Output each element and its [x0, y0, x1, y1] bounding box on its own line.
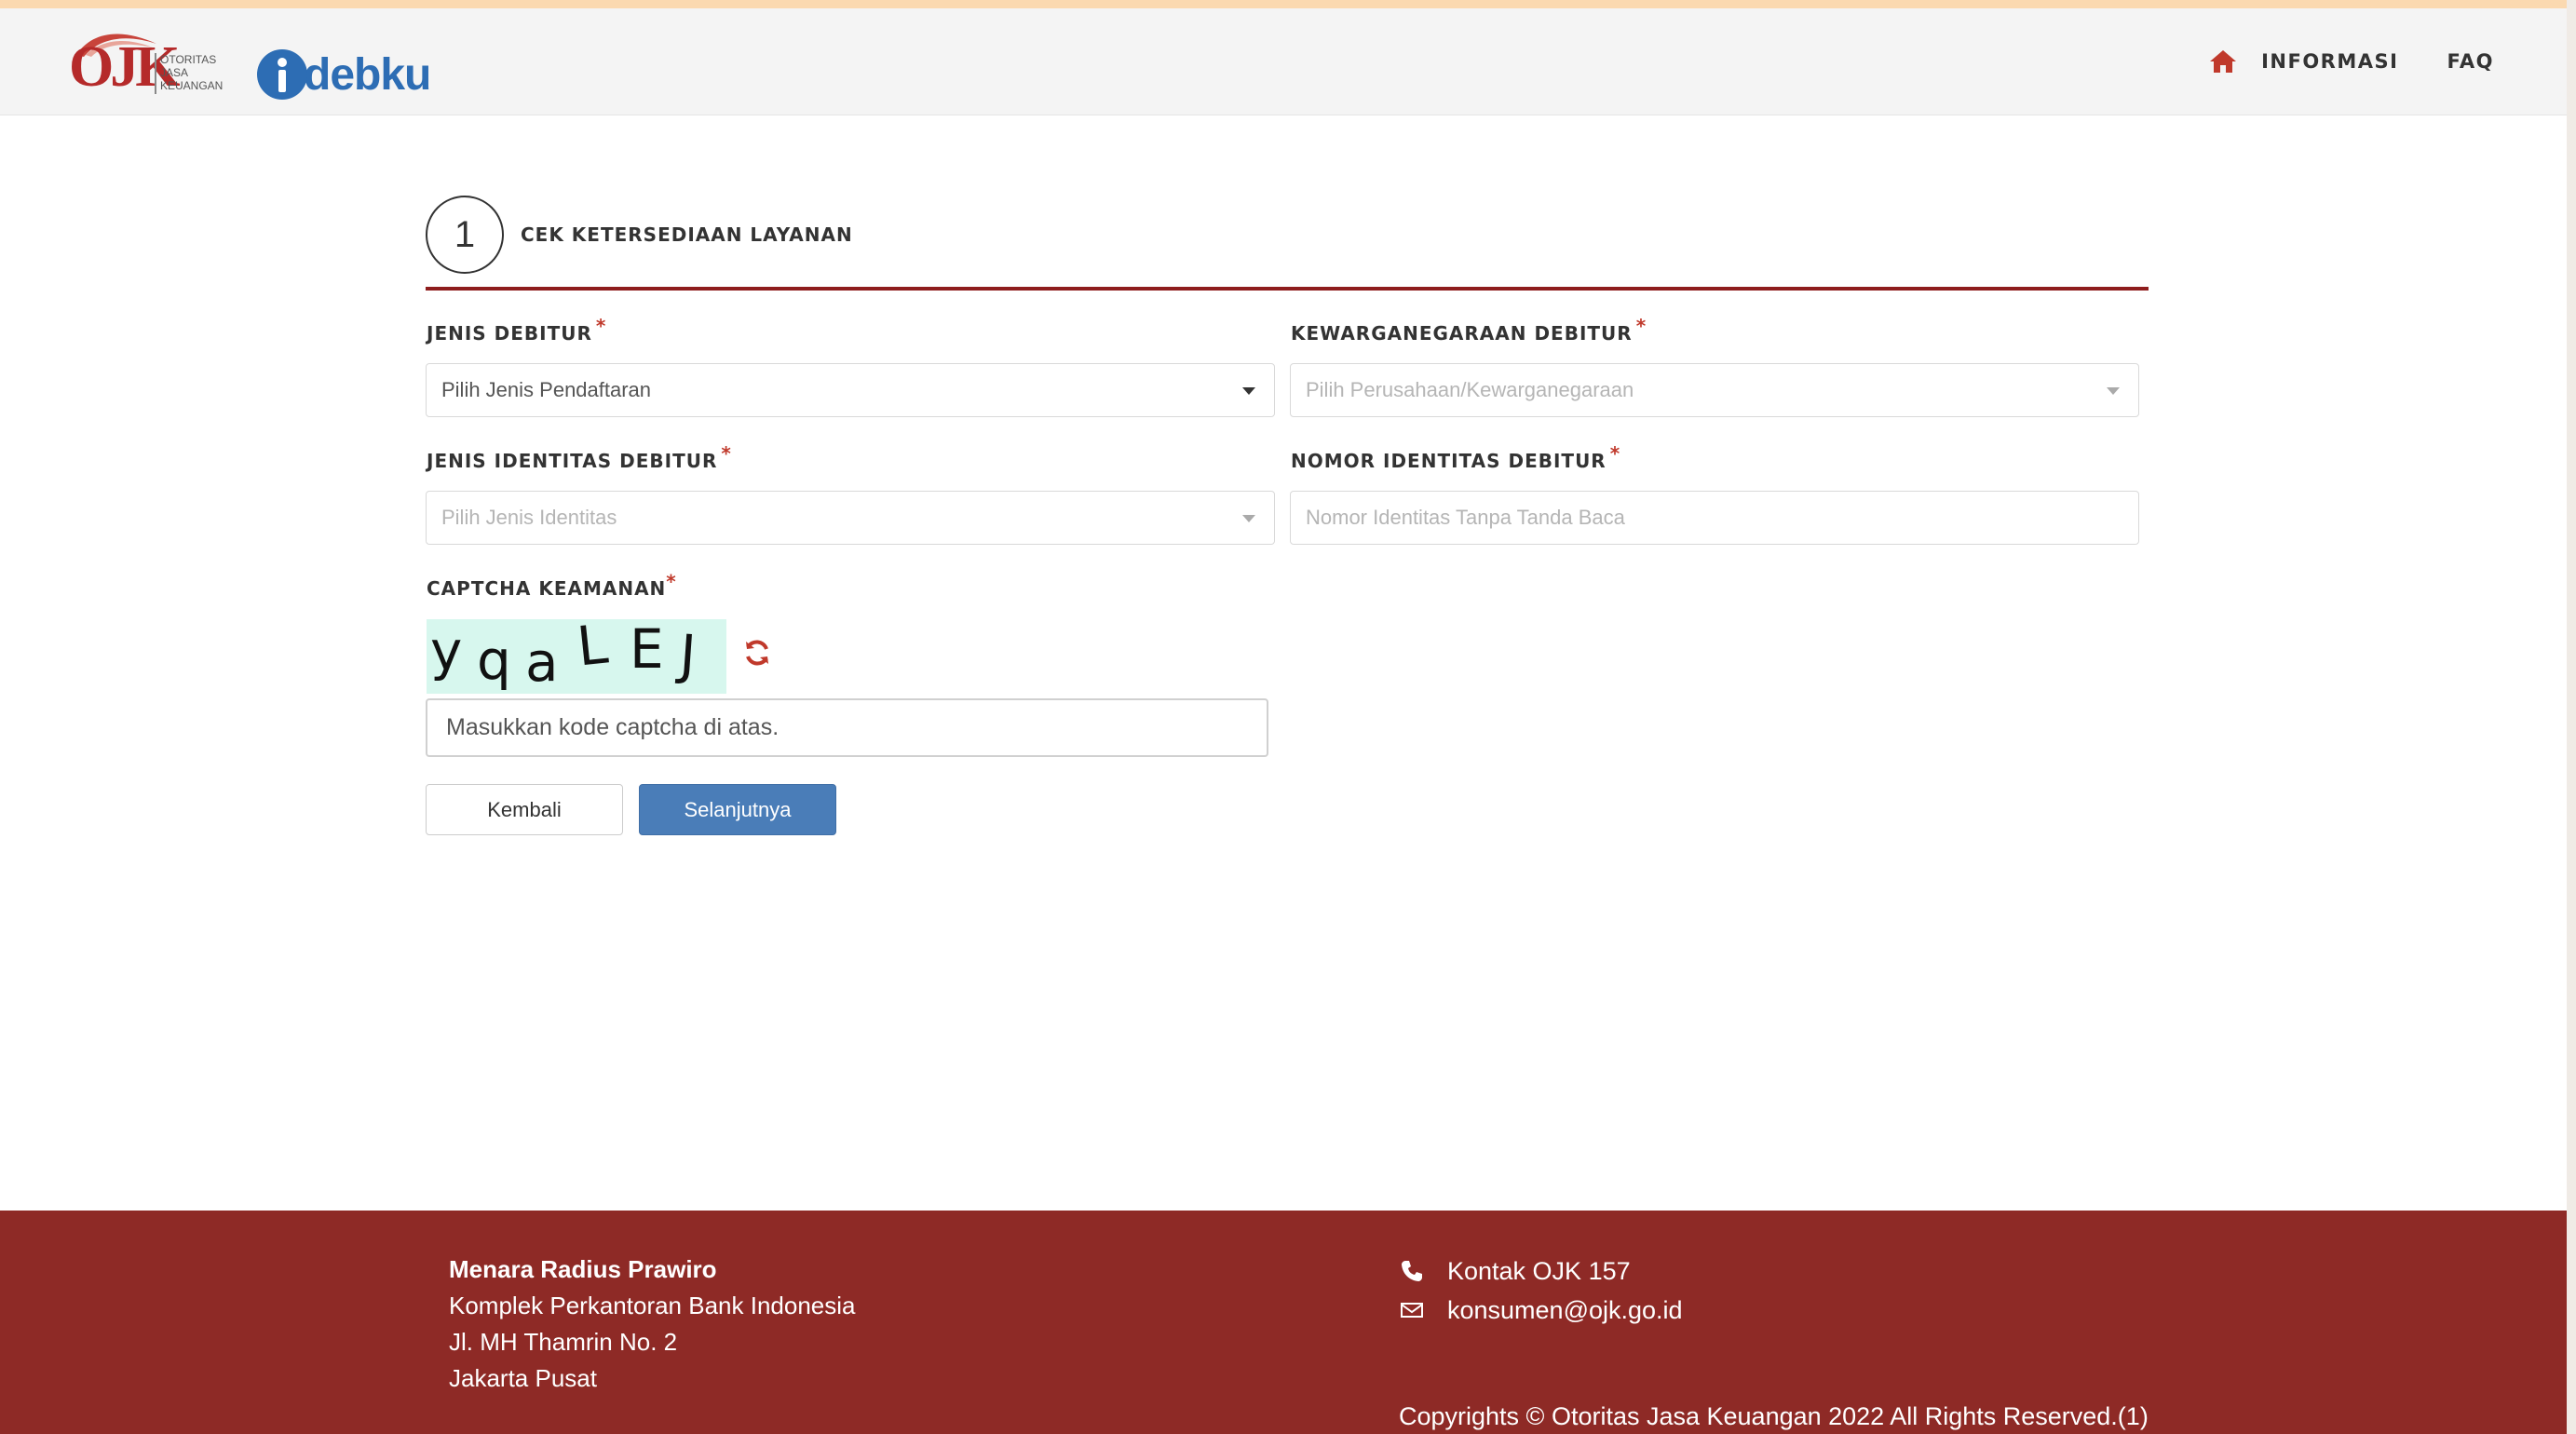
caret-down-icon [2107, 387, 2120, 395]
idebku-logo[interactable]: debku [257, 42, 431, 107]
captcha-label: CAPTCHA KEAMANAN* [427, 570, 677, 600]
top-nav: INFORMASI FAQ [2209, 49, 2494, 74]
required-mark: * [666, 570, 677, 593]
ojk-logo[interactable]: OJK OTORITAS JASA KEUANGAN [69, 27, 232, 107]
required-mark: * [595, 315, 607, 338]
address-line: Komplek Perkantoran Bank Indonesia [449, 1292, 856, 1319]
footer: Menara Radius Prawiro Komplek Perkantora… [0, 1211, 2576, 1434]
step-number: 1 [426, 196, 504, 274]
mail-icon [1399, 1297, 1425, 1323]
window-edge [2567, 0, 2576, 1434]
footer-contact: Kontak OJK 157 konsumen@ojk.go.id [1399, 1251, 1683, 1330]
captcha-input[interactable]: Masukkan kode captcha di atas. [426, 698, 1268, 757]
ojk-logo-text: OTORITAS JASA KEUANGAN [160, 53, 224, 92]
home-icon[interactable] [2209, 49, 2237, 74]
contact-phone: Kontak OJK 157 [1399, 1251, 1683, 1291]
contact-email: konsumen@ojk.go.id [1399, 1291, 1683, 1330]
nav-faq[interactable]: FAQ [2447, 50, 2494, 73]
idebku-text: debku [304, 49, 431, 100]
email-link[interactable]: konsumen@ojk.go.id [1447, 1296, 1683, 1325]
top-accent-strip [0, 0, 2576, 8]
required-mark: * [1635, 315, 1647, 338]
kewarganegaraan-select[interactable]: Pilih Perusahaan/Kewarganegaraan [1290, 363, 2139, 417]
back-button[interactable]: Kembali [426, 784, 623, 835]
caret-down-icon [1242, 387, 1255, 395]
address-line: Jakarta Pusat [449, 1364, 597, 1392]
required-mark: * [721, 442, 732, 466]
nomor-identitas-label: NOMOR IDENTITAS DEBITUR * [1291, 442, 1621, 472]
next-button[interactable]: Selanjutnya [639, 784, 836, 835]
idebku-i-icon [257, 49, 307, 100]
jenis-identitas-select[interactable]: Pilih Jenis Identitas [426, 491, 1275, 545]
footer-address: Menara Radius Prawiro Komplek Perkantora… [449, 1251, 856, 1397]
phone-icon [1399, 1258, 1425, 1284]
address-line: Jl. MH Thamrin No. 2 [449, 1328, 678, 1356]
caret-down-icon [1242, 515, 1255, 522]
navbar: OJK OTORITAS JASA KEUANGAN debku INFORMA… [0, 8, 2576, 115]
jenis-debitur-label: JENIS DEBITUR * [427, 315, 607, 345]
kewarganegaraan-label: KEWARGANEGARAAN DEBITUR * [1291, 315, 1647, 345]
nomor-identitas-input[interactable]: Nomor Identitas Tanpa Tanda Baca [1290, 491, 2139, 545]
ojk-divider [155, 53, 156, 94]
step-title: CEK KETERSEDIAAN LAYANAN [521, 223, 853, 246]
jenis-identitas-label: JENIS IDENTITAS DEBITUR * [427, 442, 732, 472]
copyright: Copyrights © Otoritas Jasa Keuangan 2022… [1399, 1402, 2149, 1430]
address-title: Menara Radius Prawiro [449, 1255, 717, 1283]
captcha-image: y q a L E J [427, 619, 726, 694]
required-mark: * [1609, 442, 1621, 466]
jenis-debitur-select[interactable]: Pilih Jenis Pendaftaran [426, 363, 1275, 417]
refresh-icon[interactable] [742, 638, 772, 668]
nav-informasi[interactable]: INFORMASI [2261, 50, 2398, 73]
step-header: 1 CEK KETERSEDIAAN LAYANAN [426, 196, 2149, 291]
